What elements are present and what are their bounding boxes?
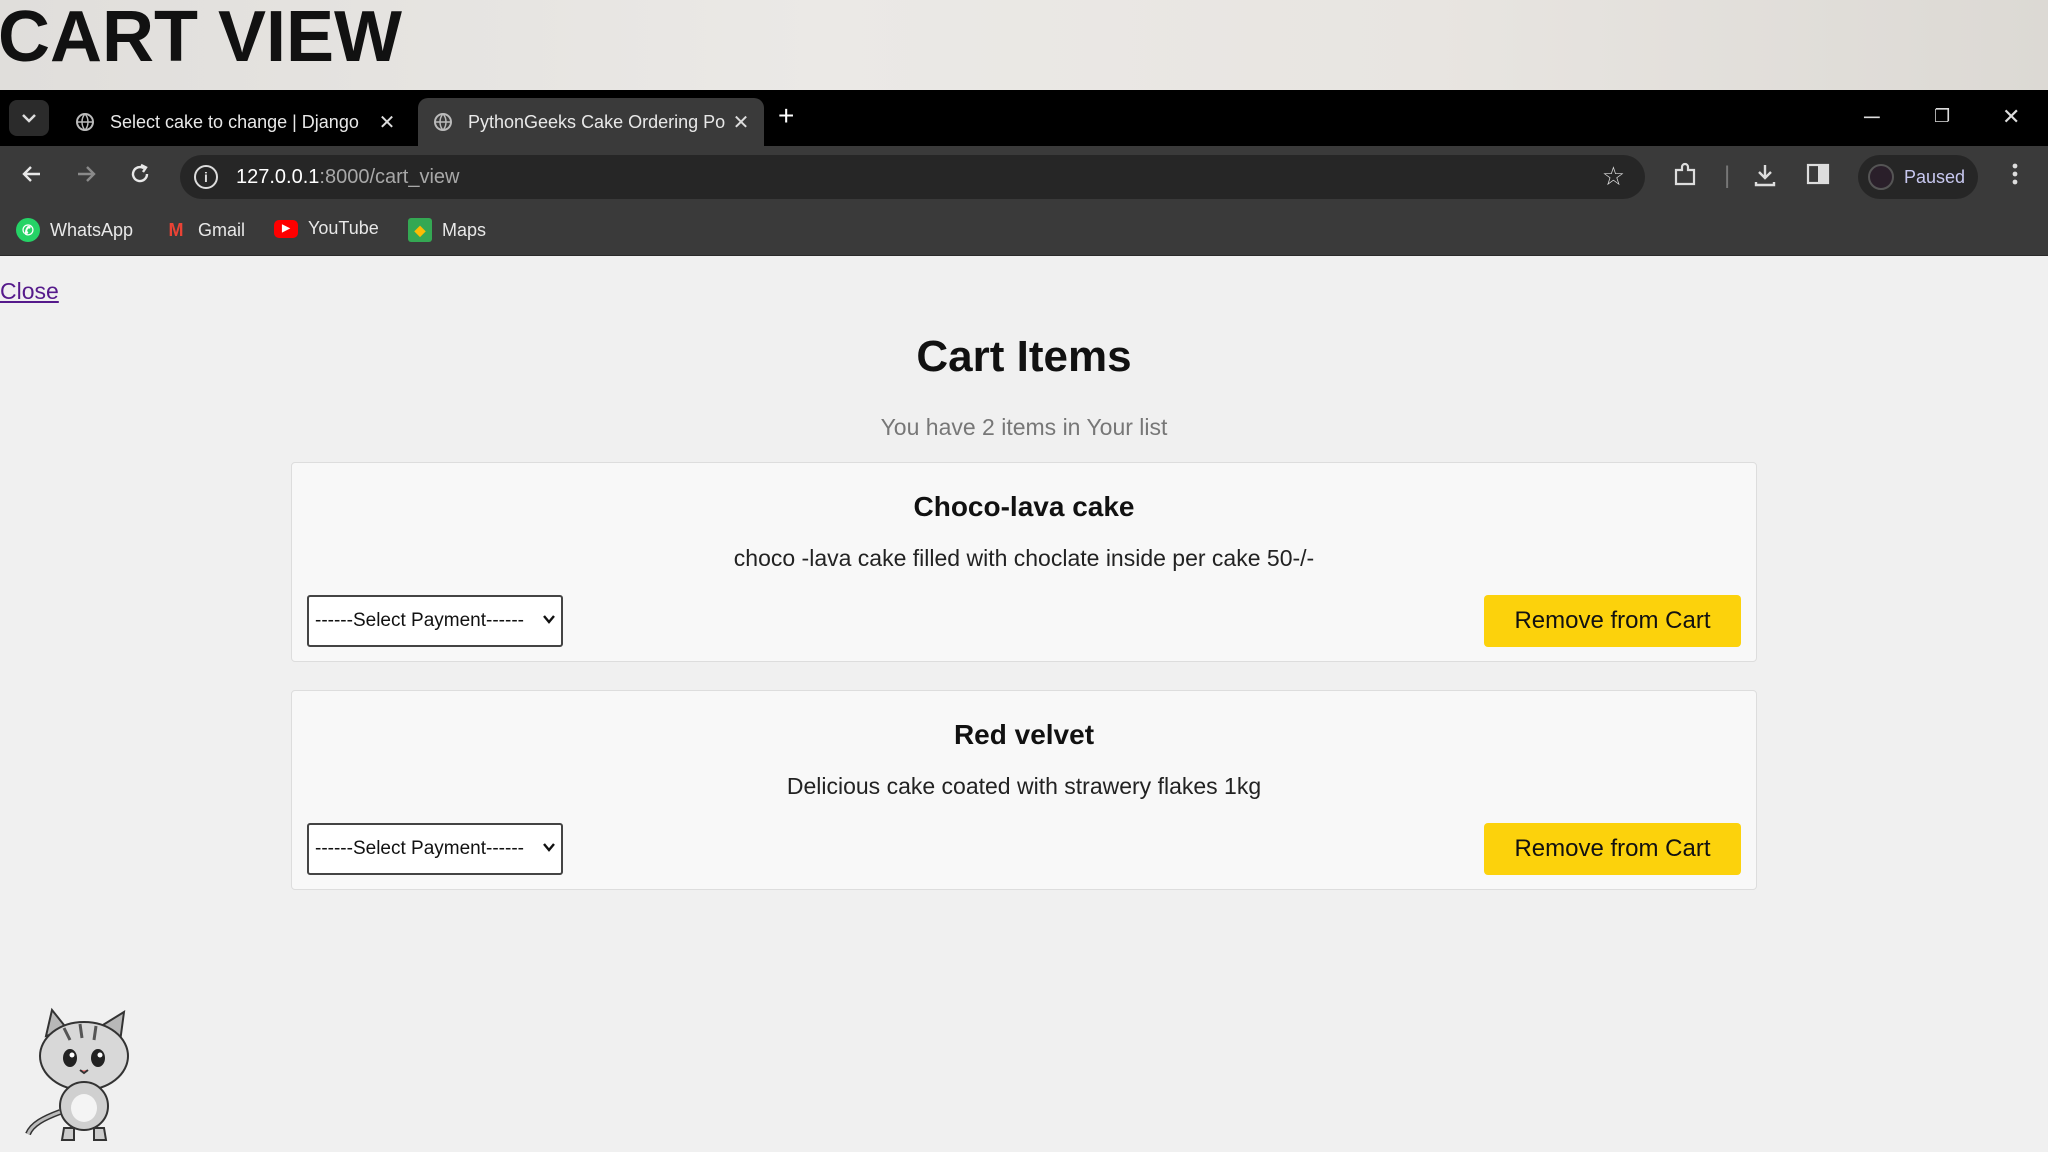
gmail-icon: M	[168, 219, 184, 240]
whatsapp-icon: ✆	[16, 218, 40, 242]
tab-search-button[interactable]	[9, 100, 49, 136]
toolbar-divider: |	[1724, 162, 1731, 189]
cart-count-text: You have 2 items in Your list	[880, 414, 1168, 440]
cart-item-description: Delicious cake coated with strawery flak…	[786, 773, 1262, 799]
bookmark-whatsapp[interactable]: ✆ WhatsApp	[16, 218, 133, 242]
url-path: :8000/cart_view	[319, 166, 460, 188]
page-title: Cart Items	[916, 332, 1132, 381]
payment-select-value: ------Select Payment------	[315, 838, 524, 859]
bookmark-label: Gmail	[198, 219, 246, 240]
profile-paused-button[interactable]: Paused	[1858, 155, 1978, 199]
browser-toolbar: i 127.0.0.1:8000/cart_view ☆ | Paused	[0, 146, 2048, 208]
avatar	[1868, 164, 1894, 190]
chevron-down-icon	[22, 114, 36, 123]
tab-cake-ordering[interactable]: PythonGeeks Cake Ordering Po ✕	[418, 98, 764, 146]
bookmark-gmail[interactable]: M Gmail	[164, 218, 246, 242]
close-tab-icon[interactable]: ✕	[726, 110, 756, 135]
banner-title: CART VIEW	[0, 0, 402, 77]
tab-bar: Select cake to change | Django ✕ PythonG…	[0, 90, 2048, 146]
new-tab-plus-icon[interactable]: +	[778, 100, 794, 132]
window-close-icon[interactable]: ✕	[2002, 104, 2020, 130]
close-link[interactable]: Close	[0, 278, 59, 305]
bookmark-label: YouTube	[308, 218, 379, 238]
remove-from-cart-button[interactable]: Remove from Cart	[1484, 823, 1741, 875]
bookmarks-bar: ✆ WhatsApp M Gmail ▶ YouTube ◆ Maps	[0, 208, 2048, 256]
cart-item-card: Red velvet Delicious cake coated with st…	[291, 690, 1757, 890]
restore-icon[interactable]: ❐	[1934, 106, 1950, 127]
side-panel-icon[interactable]	[1806, 162, 1830, 193]
tab-django-admin[interactable]: Select cake to change | Django ✕	[60, 98, 410, 146]
cat-mascot-icon	[25, 1007, 129, 1141]
bookmark-label: WhatsApp	[50, 219, 134, 240]
minimize-icon[interactable]: ─	[1864, 104, 1880, 130]
url-host: 127.0.0.1	[236, 166, 320, 188]
payment-select[interactable]: ------Select Payment------	[307, 595, 563, 647]
url-text: 127.0.0.1:8000/cart_view	[236, 166, 460, 189]
globe-icon	[74, 111, 96, 133]
chevron-down-icon	[543, 611, 555, 629]
site-info-icon[interactable]: i	[194, 165, 218, 189]
close-tab-icon[interactable]: ✕	[372, 110, 402, 135]
reload-icon[interactable]	[128, 162, 152, 193]
download-icon[interactable]	[1752, 162, 1778, 195]
extensions-icon[interactable]	[1672, 162, 1698, 195]
bookmark-maps[interactable]: ◆ Maps	[408, 218, 486, 242]
address-bar[interactable]: i 127.0.0.1:8000/cart_view ☆	[180, 155, 1645, 199]
page-content: Close Cart Items You have 2 items in You…	[0, 256, 2048, 1152]
cart-item-card: Choco-lava cake choco -lava cake filled …	[291, 462, 1757, 662]
cart-item-name: Red velvet	[953, 719, 1095, 750]
payment-select[interactable]: ------Select Payment------	[307, 823, 563, 875]
cart-item-description: choco -lava cake filled with choclate in…	[733, 545, 1315, 571]
tab-title: PythonGeeks Cake Ordering Po	[468, 111, 726, 132]
maps-icon: ◆	[408, 218, 432, 242]
bookmark-label: Maps	[442, 219, 487, 240]
bookmark-youtube[interactable]: ▶ YouTube	[274, 218, 379, 239]
back-arrow-icon[interactable]	[20, 162, 44, 193]
profile-status: Paused	[1904, 166, 1966, 187]
bookmark-star-icon[interactable]: ☆	[1602, 161, 1625, 192]
remove-from-cart-button[interactable]: Remove from Cart	[1484, 595, 1741, 647]
tab-title: Select cake to change | Django	[110, 111, 359, 132]
payment-select-value: ------Select Payment------	[315, 610, 524, 631]
forward-arrow-icon[interactable]	[74, 162, 98, 193]
kebab-menu-icon[interactable]	[2012, 162, 2018, 193]
video-banner: CART VIEW	[0, 0, 2048, 90]
youtube-icon: ▶	[274, 219, 298, 238]
globe-icon	[432, 111, 454, 133]
chevron-down-icon	[543, 839, 555, 857]
cart-item-name: Choco-lava cake	[913, 491, 1135, 522]
